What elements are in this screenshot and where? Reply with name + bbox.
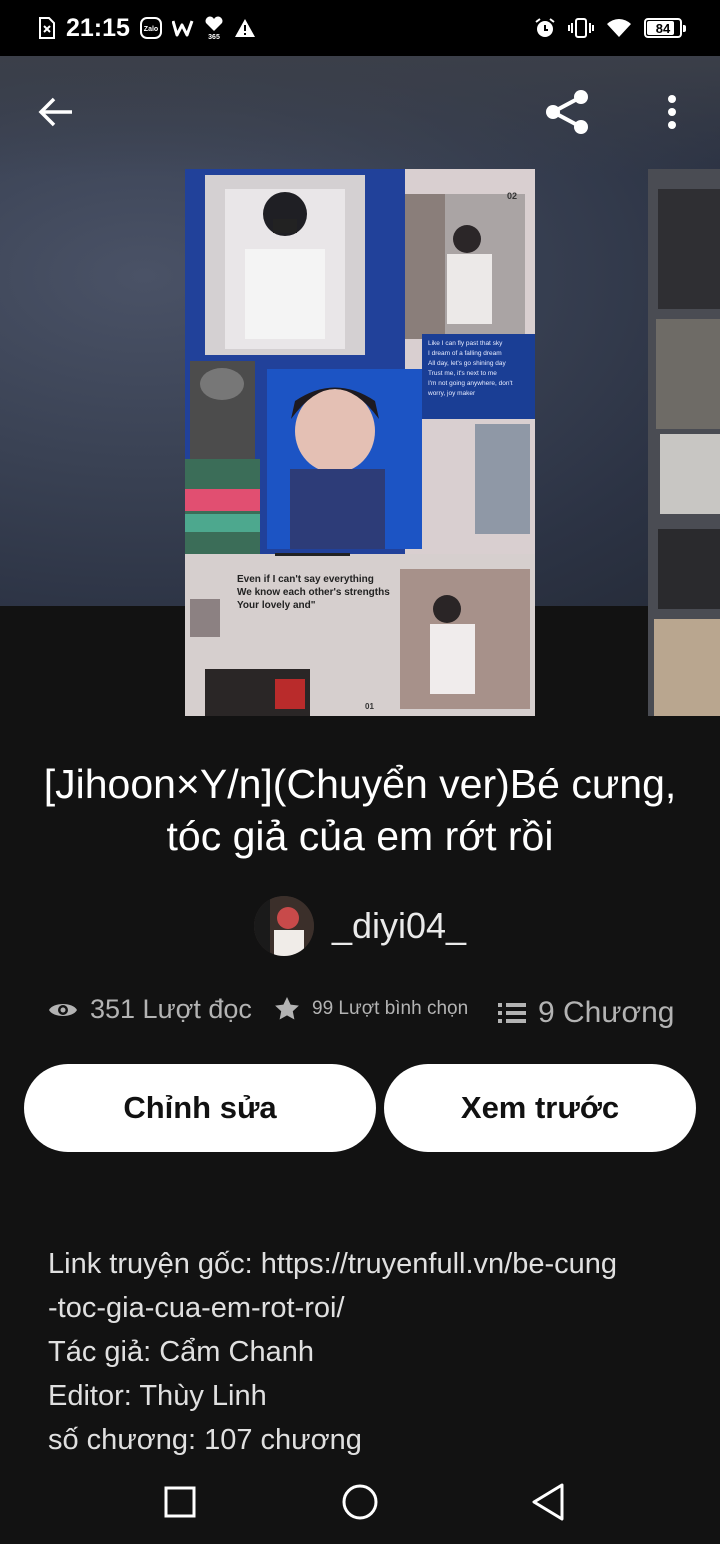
description-line: Editor: Thùy Linh (48, 1380, 267, 1412)
battery-level: 84 (655, 20, 671, 36)
reads-stat: 351 Lượt đọc (48, 994, 252, 1025)
preview-button[interactable]: Xem trước (384, 1064, 696, 1152)
svg-text:Zalo: Zalo (144, 26, 158, 33)
share-icon (546, 90, 588, 134)
svg-text:365: 365 (208, 34, 220, 40)
w-icon (171, 18, 194, 38)
status-left: 21:15 Zalo 365 (38, 14, 256, 43)
next-cover-peek[interactable] (648, 169, 720, 716)
cover-small-1: Like I can fly past that sky (428, 340, 503, 347)
status-right: 84 (534, 17, 686, 39)
list-icon (498, 1003, 526, 1023)
cover-line-3: Your lovely and" (237, 600, 316, 611)
circle-icon (342, 1484, 378, 1520)
wifi-icon (606, 18, 632, 38)
sim-icon (38, 17, 56, 39)
story-description: Link truyện gốc: https://truyenfull.vn/b… (48, 1242, 688, 1462)
back-arrow-icon (38, 97, 72, 127)
description-line: Tác giả: Cẩm Chanh (48, 1336, 314, 1368)
cover-line-1: Even if I can't say everything (237, 574, 374, 585)
edit-button[interactable]: Chỉnh sửa (24, 1064, 376, 1152)
back-button[interactable] (24, 80, 88, 144)
heart-365-icon: 365 (204, 16, 224, 40)
triangle-back-icon (532, 1483, 564, 1521)
vibrate-icon (568, 17, 594, 39)
cover-number-top: 02 (507, 191, 517, 201)
votes-count: 99 Lượt bình chọn (312, 998, 469, 1019)
share-button[interactable] (536, 80, 600, 144)
chapters-stat: 9 Chương (498, 996, 675, 1030)
story-cover[interactable]: Even if I can't say everything We know e… (185, 169, 535, 716)
reads-count: 351 Lượt đọc (90, 994, 252, 1024)
zalo-icon: Zalo (139, 17, 162, 39)
cover-collage: Even if I can't say everything We know e… (185, 169, 535, 716)
description-line[interactable]: -toc-gia-cua-em-rot-roi/ (48, 1286, 688, 1330)
alarm-icon (534, 17, 556, 39)
system-nav-bar (0, 1460, 720, 1544)
recents-button[interactable] (156, 1478, 204, 1526)
author-avatar[interactable] (253, 896, 314, 956)
story-title: [Jihoon×Y/n](Chuyển ver)Bé cưng, tóc giả… (43, 761, 677, 859)
eye-icon (49, 1003, 77, 1016)
star-icon (275, 997, 299, 1020)
warning-icon (234, 18, 256, 38)
battery-icon: 84 (644, 18, 686, 38)
home-button[interactable] (336, 1478, 384, 1526)
description-line[interactable]: Link truyện gốc: https://truyenfull.vn/b… (48, 1242, 688, 1286)
cover-small-4: Trust me, it's next to me (428, 370, 497, 377)
cover-line-2: We know each other's strengths (237, 587, 390, 598)
votes-stat: 99 Lượt bình chọn (274, 996, 468, 1022)
author-name[interactable]: _diyi04_ (332, 905, 466, 947)
cover-small-6: worry, joy maker (427, 390, 476, 397)
status-time: 21:15 (66, 13, 130, 42)
author-row[interactable]: _diyi04_ (0, 896, 720, 956)
more-vertical-icon (668, 95, 676, 129)
status-bar: 21:15 Zalo 365 84 (0, 0, 720, 56)
chapters-count: 9 Chương (538, 996, 675, 1029)
more-options-button[interactable] (640, 80, 704, 144)
cover-small-2: I dream of a falling dream (428, 350, 502, 357)
cover-small-3: All day, let's go shining day (428, 360, 506, 367)
description-line: số chương: 107 chương (48, 1424, 362, 1456)
cover-small-5: I'm not going anywhere, don't (428, 380, 513, 387)
story-stats: 351 Lượt đọc 99 Lượt bình chọn 9 Chương (0, 990, 720, 1040)
square-icon (164, 1486, 196, 1518)
next-cover-image (648, 169, 720, 716)
cover-number-bottom: 01 (365, 702, 374, 711)
nav-back-button[interactable] (524, 1478, 572, 1526)
